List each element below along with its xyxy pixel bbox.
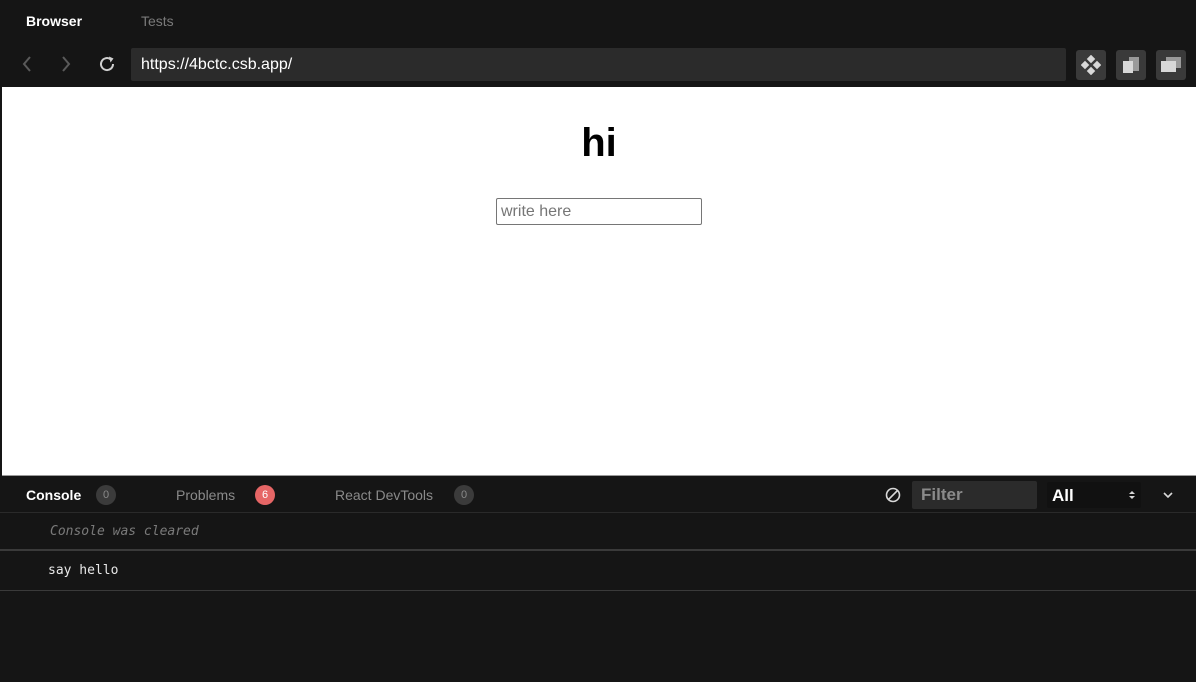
console-count-badge: 0 [96, 485, 116, 505]
back-icon [22, 56, 31, 72]
refresh-button[interactable] [96, 53, 118, 75]
tab-tests[interactable]: Tests [141, 12, 174, 30]
devtools-tabs: Console 0 Problems 6 React DevTools 0 Al… [0, 477, 1196, 513]
console-log-row: say hello [0, 552, 1196, 591]
url-bar[interactable]: https://4bctc.csb.app/ [131, 48, 1066, 81]
console-cleared-row: Console was cleared [0, 513, 1196, 551]
open-new-window-button[interactable] [1116, 50, 1146, 80]
browser-navbar: https://4bctc.csb.app/ [0, 41, 1196, 87]
project-view-button[interactable] [1076, 50, 1106, 80]
clear-console-icon[interactable] [884, 486, 902, 504]
forward-button[interactable] [55, 53, 77, 75]
panel-tabs: Browser Tests [0, 0, 1196, 41]
text-input[interactable] [496, 198, 702, 225]
react-devtools-count-badge: 0 [454, 485, 474, 505]
open-in-new-tab-button[interactable] [1156, 50, 1186, 80]
log-level-select[interactable]: All [1047, 482, 1141, 508]
project-view-icon [1081, 55, 1101, 75]
open-new-window-icon [1123, 57, 1139, 73]
log-level-value: All [1052, 486, 1074, 505]
tab-problems[interactable]: Problems [176, 487, 235, 504]
filter-input[interactable] [912, 481, 1037, 509]
preview-frame: hi [2, 87, 1196, 476]
select-arrows-icon [1129, 491, 1135, 499]
page-heading: hi [581, 121, 617, 165]
refresh-icon [100, 56, 115, 72]
url-text[interactable]: https://4bctc.csb.app/ [141, 56, 292, 74]
tab-react-devtools[interactable]: React DevTools [335, 487, 433, 504]
problems-count-badge: 6 [255, 485, 275, 505]
console-cleared-message: Console was cleared [50, 524, 199, 539]
open-in-new-tab-icon [1161, 57, 1181, 72]
chevron-down-icon[interactable] [1161, 488, 1175, 502]
console-log-message: say hello [48, 563, 119, 578]
forward-icon [62, 56, 71, 72]
back-button[interactable] [16, 53, 38, 75]
tab-browser[interactable]: Browser [26, 12, 82, 30]
tab-console[interactable]: Console [26, 487, 81, 504]
